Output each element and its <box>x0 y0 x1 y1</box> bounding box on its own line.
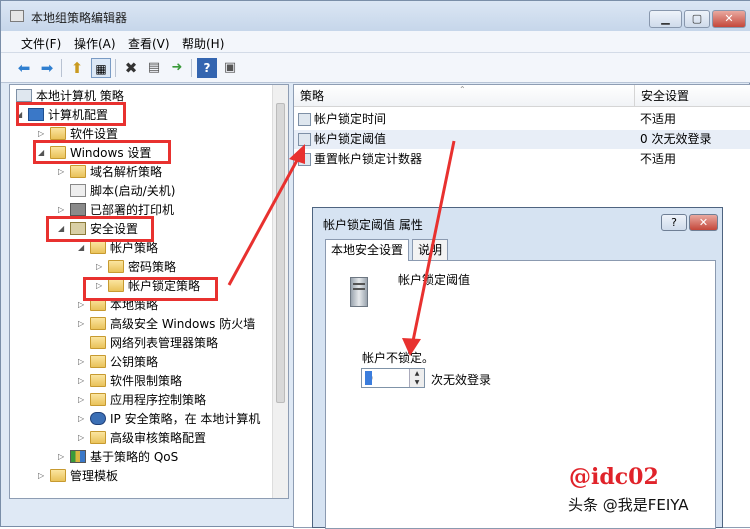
group-policy-editor-window: 本地组策略编辑器 ▁ ▢ ✕ 文件(F) 操作(A) 查看(V) 帮助(H) ⬅… <box>0 0 750 529</box>
arrow-head <box>289 144 305 164</box>
arrow-line <box>227 152 303 286</box>
tab-local-security-setting[interactable]: 本地安全设置 <box>325 239 410 261</box>
annotation-arrows <box>227 140 456 356</box>
arrow-line <box>411 140 456 342</box>
credit-text: 头条 @我是FEIYA <box>568 496 689 514</box>
arrow-head <box>402 338 421 356</box>
watermark: @idc02 <box>569 464 659 490</box>
